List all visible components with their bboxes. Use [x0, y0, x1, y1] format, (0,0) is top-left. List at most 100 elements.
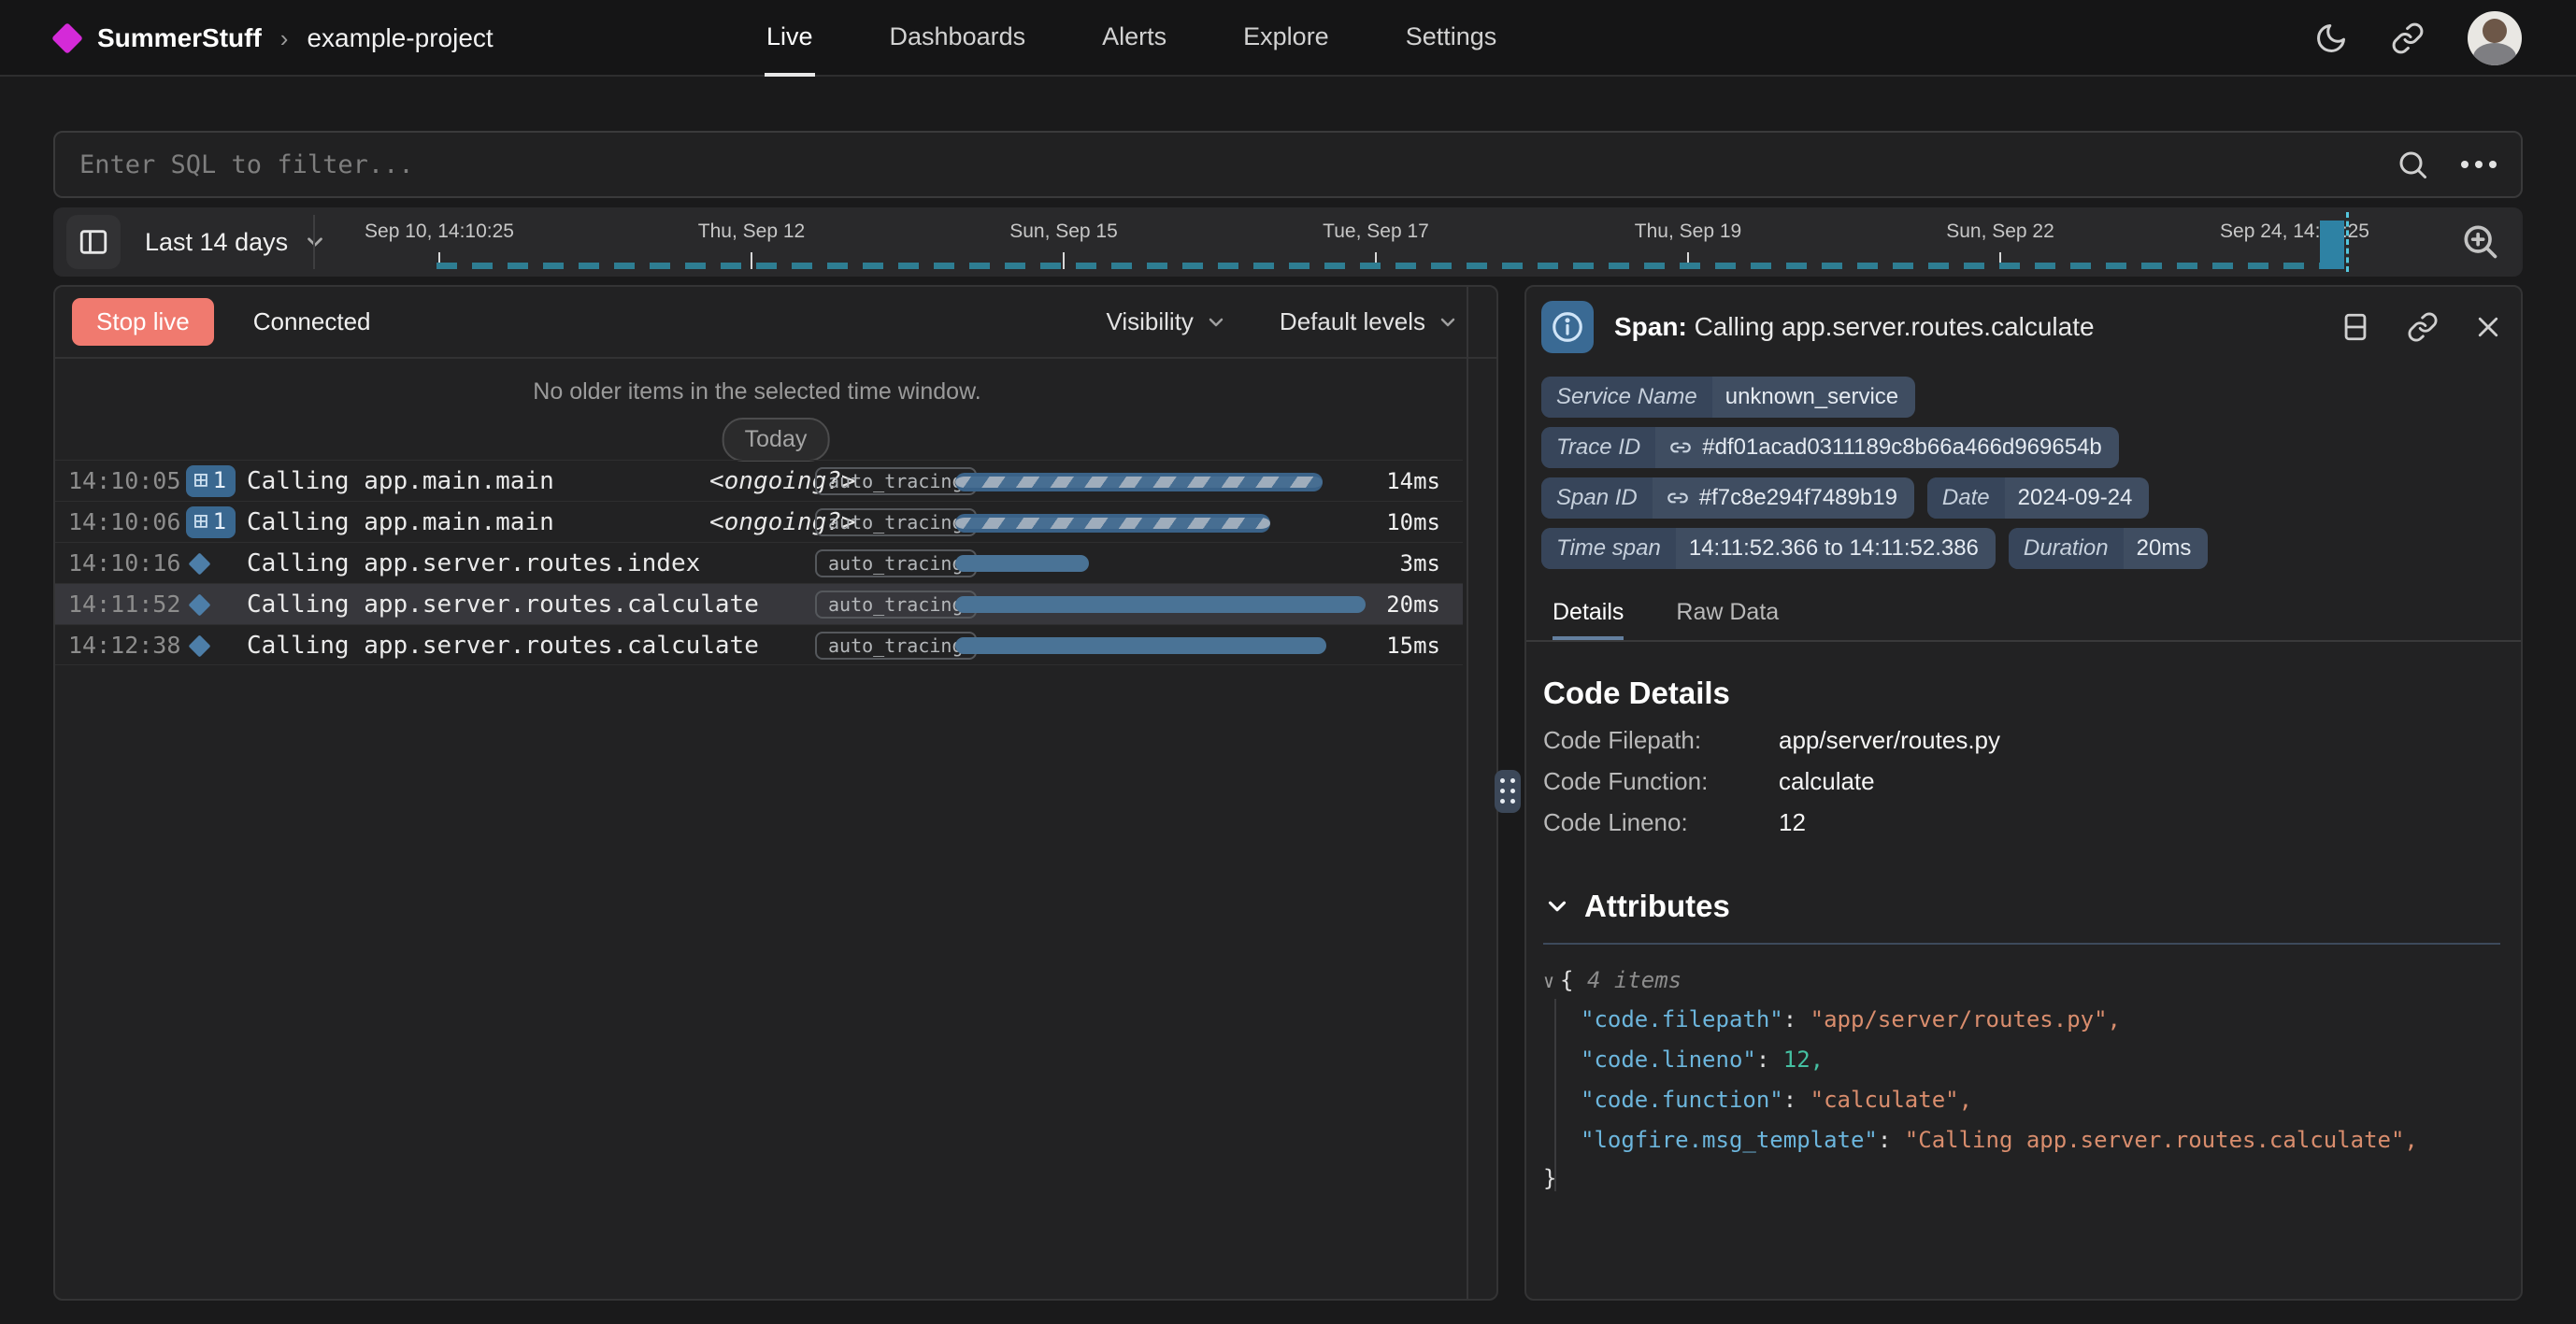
row-message: Calling app.server.routes.calculate: [247, 625, 759, 666]
table-row[interactable]: 14:10:16 Calling app.server.routes.index…: [55, 542, 1463, 583]
span-title-text: Calling app.server.routes.calculate: [1695, 312, 2095, 341]
date-badge: Date2024-09-24: [1927, 477, 2149, 519]
sidebar-toggle-icon[interactable]: [66, 215, 121, 269]
tag-auto-tracing[interactable]: auto_tracing: [815, 508, 977, 536]
chevron-down-icon: [1205, 311, 1227, 334]
panel-resize-handle[interactable]: [1495, 770, 1521, 813]
moon-icon[interactable]: [2314, 21, 2348, 55]
table-row[interactable]: 14:10:06 ⊞1 Calling app.main.main <ongoi…: [55, 501, 1463, 542]
timeline-bar: Last 14 days Sep 10, 14:10:25 Thu, Sep 1…: [53, 207, 2523, 277]
tag-auto-tracing[interactable]: auto_tracing: [815, 591, 977, 619]
row-duration: 15ms: [1386, 625, 1440, 666]
row-message: Calling app.server.routes.calculate: [247, 584, 759, 625]
row-message: Calling app.main.main: [247, 461, 554, 502]
nav-actions: [2314, 0, 2522, 77]
tab-alerts[interactable]: Alerts: [1100, 0, 1168, 77]
tag-auto-tracing[interactable]: auto_tracing: [815, 467, 977, 495]
trace-id-value: #df01acad0311189c8b66a466d969654b: [1702, 434, 2102, 461]
avatar[interactable]: [2468, 11, 2522, 65]
tab-live[interactable]: Live: [765, 0, 815, 77]
row-time: 14:10:06: [68, 502, 180, 543]
row-message: Calling app.main.main: [247, 502, 554, 543]
visibility-dropdown[interactable]: Visibility: [1106, 307, 1226, 336]
default-levels-label: Default levels: [1280, 307, 1425, 336]
service-name-badge: Service Nameunknown_service: [1541, 377, 1915, 418]
nav-tabs: Live Dashboards Alerts Explore Settings: [765, 0, 1498, 77]
avatar-head: [2483, 19, 2507, 43]
table-row-selected[interactable]: 14:11:52 Calling app.server.routes.calcu…: [55, 583, 1463, 624]
span-detail-panel: Span: Calling app.server.routes.calculat…: [1524, 285, 2523, 1301]
chevron-down-icon: [1437, 311, 1459, 334]
span-title: Span: Calling app.server.routes.calculat…: [1614, 312, 2095, 342]
project-name[interactable]: example-project: [307, 23, 493, 53]
timeline-selection-edge[interactable]: [2346, 212, 2349, 272]
chevron-down-icon: [303, 230, 327, 254]
sql-filter-input[interactable]: [79, 150, 2396, 179]
row-time: 14:10:16: [68, 543, 180, 584]
scrollbar[interactable]: [1467, 287, 1468, 1299]
time-range-selector[interactable]: Last 14 days: [145, 207, 327, 277]
timeline-strip[interactable]: Sep 10, 14:10:25 Thu, Sep 12 Sun, Sep 15…: [334, 207, 2411, 277]
today-button[interactable]: Today: [723, 418, 830, 462]
duration-bar-ongoing: [955, 473, 1323, 491]
split-view-icon[interactable]: [2340, 311, 2371, 343]
tab-details[interactable]: Details: [1553, 595, 1624, 640]
span-type-label: Span:: [1614, 312, 1687, 341]
tag-auto-tracing[interactable]: auto_tracing: [815, 549, 977, 577]
row-message: Calling app.server.routes.index: [247, 543, 700, 584]
duration-bar: [955, 596, 1366, 613]
span-link-icon[interactable]: [1666, 486, 1690, 510]
collapsed-spans-badge[interactable]: ⊞1: [186, 506, 236, 538]
timeline-activity-spike: [2320, 221, 2344, 269]
json-entry: "logfire.msg_template": "Calling app.ser…: [1581, 1127, 2418, 1153]
live-feed-panel: Stop live Connected Visibility Default l…: [53, 285, 1498, 1301]
span-diamond-icon: [188, 634, 210, 657]
code-function-row: Code Function:calculate: [1543, 767, 1875, 796]
org-name[interactable]: SummerStuff: [97, 23, 262, 53]
tag-auto-tracing[interactable]: auto_tracing: [815, 632, 977, 660]
tab-raw-data[interactable]: Raw Data: [1676, 595, 1779, 640]
table-row[interactable]: 14:10:05 ⊞1 Calling app.main.main <ongoi…: [55, 460, 1463, 501]
brand-logo-icon[interactable]: [51, 22, 83, 54]
span-id-value: #f7c8e294f7489b19: [1699, 485, 1897, 511]
duration-bar: [955, 637, 1326, 654]
duration-bar-track: [955, 473, 1387, 490]
code-lineno-row: Code Lineno:12: [1543, 808, 1806, 837]
duration-bar-track: [955, 596, 1387, 613]
share-link-icon[interactable]: [2391, 21, 2425, 55]
info-icon: [1541, 301, 1594, 353]
timeline-divider: [313, 215, 315, 269]
attributes-divider: [1543, 943, 2500, 945]
tab-dashboards[interactable]: Dashboards: [888, 0, 1028, 77]
row-duration: 14ms: [1386, 461, 1440, 502]
json-open-line[interactable]: ∨{ 4 items: [1543, 967, 1682, 993]
empty-window-message: No older items in the selected time wind…: [55, 378, 1459, 406]
more-options-icon[interactable]: [2461, 161, 2497, 168]
json-entry: "code.function": "calculate",: [1581, 1087, 1972, 1113]
span-diamond-icon: [188, 593, 210, 616]
close-icon[interactable]: [2474, 313, 2502, 341]
tick-label: Thu, Sep 19: [1635, 221, 1741, 243]
duration-badge: Duration20ms: [2009, 528, 2208, 569]
stop-live-button[interactable]: Stop live: [72, 298, 214, 346]
json-entry: "code.lineno": 12,: [1581, 1046, 1824, 1073]
trace-id-badge: Trace ID#df01acad0311189c8b66a466d969654…: [1541, 427, 2119, 468]
search-icon[interactable]: [2396, 148, 2429, 181]
detail-tabs: Details Raw Data: [1526, 595, 2521, 642]
trace-link-icon[interactable]: [1668, 435, 1693, 460]
zoom-in-icon[interactable]: [2459, 221, 2500, 262]
row-duration: 10ms: [1386, 502, 1440, 543]
duration-bar: [955, 555, 1089, 572]
collapsed-spans-badge[interactable]: ⊞1: [186, 465, 236, 497]
chevron-down-icon: [1543, 892, 1571, 920]
row-time: 14:11:52: [68, 584, 180, 625]
tab-explore[interactable]: Explore: [1241, 0, 1331, 77]
attributes-section-toggle[interactable]: Attributes: [1543, 889, 1730, 924]
table-row[interactable]: 14:12:38 Calling app.server.routes.calcu…: [55, 624, 1463, 665]
top-nav: SummerStuff › example-project Live Dashb…: [0, 0, 2576, 77]
copy-link-icon[interactable]: [2407, 311, 2439, 343]
tab-settings[interactable]: Settings: [1404, 0, 1499, 77]
default-levels-dropdown[interactable]: Default levels: [1280, 307, 1459, 336]
live-feed-header: Stop live Connected Visibility Default l…: [55, 287, 1496, 359]
time-range-label: Last 14 days: [145, 228, 288, 257]
